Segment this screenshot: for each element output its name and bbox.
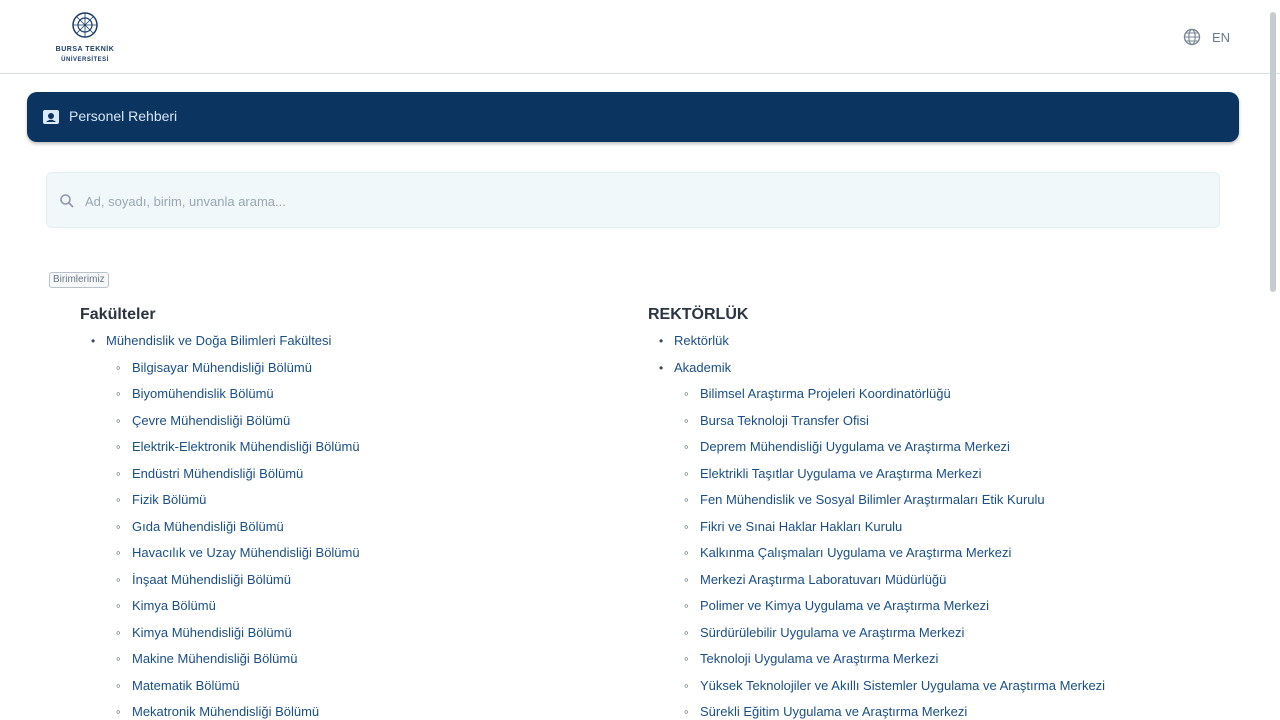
rectorate-column: REKTÖRLÜK Rektörlük Akademik Bilimsel Ar… (648, 302, 1208, 720)
academic-unit-item[interactable]: Deprem Mühendisliği Uygulama ve Araştırm… (684, 434, 1208, 461)
rectorate-heading: REKTÖRLÜK (648, 306, 749, 323)
department-link[interactable]: Fizik Bölümü (132, 492, 206, 507)
logo-emblem-icon (72, 12, 98, 38)
rectorate-link[interactable]: Rektörlük (674, 333, 729, 348)
faculties-column: Fakülteler Mühendislik ve Doğa Bilimleri… (80, 302, 600, 720)
academic-unit-link[interactable]: Bilimsel Araştırma Projeleri Koordinatör… (700, 386, 951, 401)
page-scrollbar[interactable] (1268, 4, 1278, 716)
search-input[interactable] (85, 187, 1185, 215)
faculty-link[interactable]: Mühendislik ve Doğa Bilimleri Fakültesi (106, 333, 331, 348)
academic-unit-link[interactable]: Elektrikli Taşıtlar Uygulama ve Araştırm… (700, 466, 982, 481)
academic-unit-item[interactable]: Bursa Teknoloji Transfer Ofisi (684, 408, 1208, 435)
department-link[interactable]: Endüstri Mühendisliği Bölümü (132, 466, 303, 481)
department-item[interactable]: Matematik Bölümü (116, 673, 600, 700)
academic-unit-item[interactable]: Sürdürülebilir Uygulama ve Araştırma Mer… (684, 620, 1208, 647)
academic-unit-link[interactable]: Bursa Teknoloji Transfer Ofisi (700, 413, 869, 428)
language-switcher[interactable]: EN (1182, 26, 1230, 48)
search-icon (60, 194, 74, 208)
department-item[interactable]: Mekatronik Mühendisliği Bölümü (116, 699, 600, 720)
department-link[interactable]: Kimya Bölümü (132, 598, 216, 613)
department-item[interactable]: Elektrik-Elektronik Mühendisliği Bölümü (116, 434, 600, 461)
faculties-heading: Fakülteler (80, 306, 156, 323)
department-link[interactable]: Bilgisayar Mühendisliği Bölümü (132, 360, 312, 375)
faculty-item[interactable]: Mühendislik ve Doğa Bilimleri Fakültesi (90, 328, 600, 355)
rectorate-item[interactable]: Rektörlük (658, 328, 1208, 355)
department-link[interactable]: İnşaat Mühendisliği Bölümü (132, 572, 291, 587)
academic-unit-link[interactable]: Merkezi Araştırma Laboratuvarı Müdürlüğü (700, 572, 946, 587)
university-logo[interactable]: BURSA TEKNİK ÜNİVERSİTESİ (38, 8, 132, 68)
academic-unit-item[interactable]: Polimer ve Kimya Uygulama ve Araştırma M… (684, 593, 1208, 620)
academic-unit-link[interactable]: Fen Mühendislik ve Sosyal Bilimler Araşt… (700, 492, 1045, 507)
department-link[interactable]: Elektrik-Elektronik Mühendisliği Bölümü (132, 439, 360, 454)
units-filter-tag[interactable]: Birimlerimiz (49, 272, 109, 288)
department-item[interactable]: İnşaat Mühendisliği Bölümü (116, 567, 600, 594)
rectorate-list: Rektörlük Akademik (658, 328, 1208, 381)
department-link[interactable]: Matematik Bölümü (132, 678, 240, 693)
academic-link[interactable]: Akademik (674, 360, 731, 375)
department-item[interactable]: Endüstri Mühendisliği Bölümü (116, 461, 600, 488)
logo-text-line2: ÜNİVERSİTESİ (61, 57, 109, 63)
department-link[interactable]: Havacılık ve Uzay Mühendisliği Bölümü (132, 545, 360, 560)
department-link[interactable]: Biyomühendislik Bölümü (132, 386, 274, 401)
academic-unit-link[interactable]: Fikri ve Sınai Haklar Hakları Kurulu (700, 519, 902, 534)
department-link[interactable]: Makine Mühendisliği Bölümü (132, 651, 297, 666)
academic-unit-link[interactable]: Kalkınma Çalışmaları Uygulama ve Araştır… (700, 545, 1011, 560)
department-link[interactable]: Çevre Mühendisliği Bölümü (132, 413, 290, 428)
department-item[interactable]: Kimya Bölümü (116, 593, 600, 620)
scrollbar-thumb[interactable] (1270, 12, 1276, 292)
academic-unit-item[interactable]: Yüksek Teknolojiler ve Akıllı Sistemler … (684, 673, 1208, 700)
faculty-list: Mühendislik ve Doğa Bilimleri Fakültesi (90, 328, 600, 355)
academic-unit-link[interactable]: Sürdürülebilir Uygulama ve Araştırma Mer… (700, 625, 964, 640)
academic-unit-link[interactable]: Polimer ve Kimya Uygulama ve Araştırma M… (700, 598, 989, 613)
academic-unit-item[interactable]: Fikri ve Sınai Haklar Hakları Kurulu (684, 514, 1208, 541)
department-item[interactable]: Havacılık ve Uzay Mühendisliği Bölümü (116, 540, 600, 567)
department-link[interactable]: Kimya Mühendisliği Bölümü (132, 625, 292, 640)
department-list: Bilgisayar Mühendisliği Bölümü Biyomühen… (116, 355, 600, 720)
department-item[interactable]: Bilgisayar Mühendisliği Bölümü (116, 355, 600, 382)
academic-unit-item[interactable]: Merkezi Araştırma Laboratuvarı Müdürlüğü (684, 567, 1208, 594)
department-item[interactable]: Biyomühendislik Bölümü (116, 381, 600, 408)
department-item[interactable]: Kimya Mühendisliği Bölümü (116, 620, 600, 647)
department-link[interactable]: Gıda Mühendisliği Bölümü (132, 519, 284, 534)
department-item[interactable]: Fizik Bölümü (116, 487, 600, 514)
academic-unit-item[interactable]: Teknoloji Uygulama ve Araştırma Merkezi (684, 646, 1208, 673)
academic-unit-item[interactable]: Sürekli Eğitim Uygulama ve Araştırma Mer… (684, 699, 1208, 720)
department-link[interactable]: Mekatronik Mühendisliği Bölümü (132, 704, 319, 719)
search-box[interactable] (46, 172, 1220, 228)
language-label[interactable]: EN (1212, 30, 1230, 45)
top-header: BURSA TEKNİK ÜNİVERSİTESİ EN (0, 0, 1280, 74)
academic-unit-link[interactable]: Sürekli Eğitim Uygulama ve Araştırma Mer… (700, 704, 967, 719)
department-item[interactable]: Çevre Mühendisliği Bölümü (116, 408, 600, 435)
academic-unit-item[interactable]: Bilimsel Araştırma Projeleri Koordinatör… (684, 381, 1208, 408)
academic-unit-item[interactable]: Fen Mühendislik ve Sosyal Bilimler Araşt… (684, 487, 1208, 514)
academic-unit-item[interactable]: Elektrikli Taşıtlar Uygulama ve Araştırm… (684, 461, 1208, 488)
contacts-icon (43, 110, 59, 124)
academic-unit-list: Bilimsel Araştırma Projeleri Koordinatör… (684, 381, 1208, 720)
academic-item[interactable]: Akademik (658, 355, 1208, 382)
logo-text-line1: BURSA TEKNİK (55, 46, 115, 53)
page-title-bar: Personel Rehberi (27, 92, 1239, 142)
academic-unit-item[interactable]: Kalkınma Çalışmaları Uygulama ve Araştır… (684, 540, 1208, 567)
department-item[interactable]: Makine Mühendisliği Bölümü (116, 646, 600, 673)
academic-unit-link[interactable]: Teknoloji Uygulama ve Araştırma Merkezi (700, 651, 938, 666)
academic-unit-link[interactable]: Yüksek Teknolojiler ve Akıllı Sistemler … (700, 678, 1105, 693)
globe-icon[interactable] (1182, 27, 1202, 47)
academic-unit-link[interactable]: Deprem Mühendisliği Uygulama ve Araştırm… (700, 439, 1010, 454)
department-item[interactable]: Gıda Mühendisliği Bölümü (116, 514, 600, 541)
page-title: Personel Rehberi (69, 108, 178, 124)
